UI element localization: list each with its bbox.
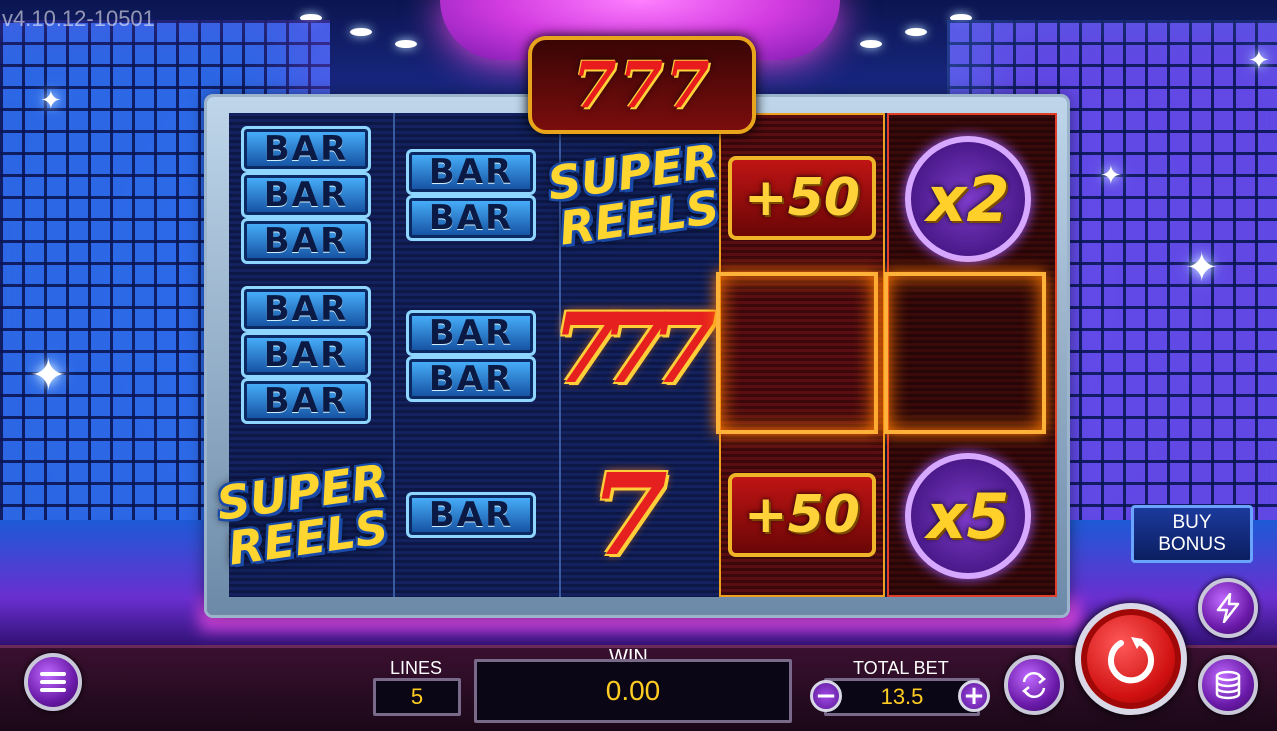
bar-symbol: BAR — [241, 286, 371, 332]
bar-symbol: BAR — [406, 149, 536, 195]
spotlight — [395, 40, 417, 48]
menu-button[interactable] — [24, 653, 82, 711]
bar-symbol: BAR — [406, 310, 536, 356]
bar-symbol: BAR — [241, 332, 371, 378]
bar-symbol: BAR — [241, 218, 371, 264]
game-logo: 777 — [528, 36, 756, 134]
seven-symbol: 7 — [590, 450, 668, 581]
increase-bet-button[interactable]: + — [958, 680, 990, 712]
fire-frame-empty-cell — [716, 272, 878, 434]
sparkle-icon: ✦ — [30, 351, 67, 400]
spotlight — [350, 28, 372, 36]
fire-frame-empty-cell — [884, 272, 1046, 434]
total-bet-label: TOTAL BET — [853, 658, 949, 678]
bar-symbol: BAR — [406, 492, 536, 538]
double-bar-symbol: BAR BAR — [406, 149, 536, 241]
triple-bar-symbol: BAR BAR BAR — [241, 126, 371, 264]
version-label: v4.10.12-10501 — [2, 6, 155, 31]
triple-seven-symbol: 777 — [552, 292, 716, 405]
single-bar-symbol: BAR — [406, 492, 536, 538]
spin-button[interactable] — [1075, 603, 1187, 715]
autoplay-button[interactable] — [1004, 655, 1064, 715]
buy-bonus-line1: BUY — [1172, 512, 1212, 533]
super-reels-symbol: SUPER REELS — [544, 119, 725, 270]
lightning-icon — [1216, 593, 1240, 623]
turbo-button[interactable] — [1198, 578, 1258, 638]
sparkle-icon: ✦ — [1248, 45, 1270, 75]
buy-bonus-button[interactable]: BUY BONUS — [1131, 505, 1253, 563]
plus-fifty-symbol: +50 — [728, 156, 876, 240]
spotlight — [860, 40, 882, 48]
bar-symbol: BAR — [406, 356, 536, 402]
bet-coins-button[interactable] — [1198, 655, 1258, 715]
lines-value: 5 — [373, 678, 461, 716]
win-value: 0.00 — [474, 659, 792, 723]
autoplay-icon — [1021, 672, 1047, 698]
sparkle-icon: ✦ — [1100, 160, 1122, 190]
buy-bonus-label: BUY BONUS — [1158, 512, 1226, 556]
bar-symbol: BAR — [241, 126, 371, 172]
bar-symbol: BAR — [406, 195, 536, 241]
lines-label: LINES — [390, 658, 443, 678]
multiplier-x2-symbol: x2 — [905, 136, 1031, 262]
bar-symbol: BAR — [241, 172, 371, 218]
sparkle-icon: ✦ — [40, 85, 62, 115]
total-bet-value: 13.5 — [824, 678, 980, 716]
spin-icon — [1108, 637, 1154, 684]
spotlight — [905, 28, 927, 36]
super-reels-symbol: SUPER REELS — [213, 439, 394, 590]
triple-bar-symbol: BAR BAR BAR — [241, 286, 371, 424]
plus-fifty-symbol: +50 — [728, 473, 876, 557]
sparkle-icon: ✦ — [1185, 246, 1219, 290]
bar-symbol: BAR — [241, 378, 371, 424]
coins-icon — [1215, 670, 1241, 700]
multiplier-x5-symbol: x5 — [905, 453, 1031, 579]
buy-bonus-line2: BONUS — [1158, 534, 1226, 555]
double-bar-symbol: BAR BAR — [406, 310, 536, 402]
menu-icon — [40, 672, 66, 692]
decrease-bet-button[interactable]: − — [810, 680, 842, 712]
